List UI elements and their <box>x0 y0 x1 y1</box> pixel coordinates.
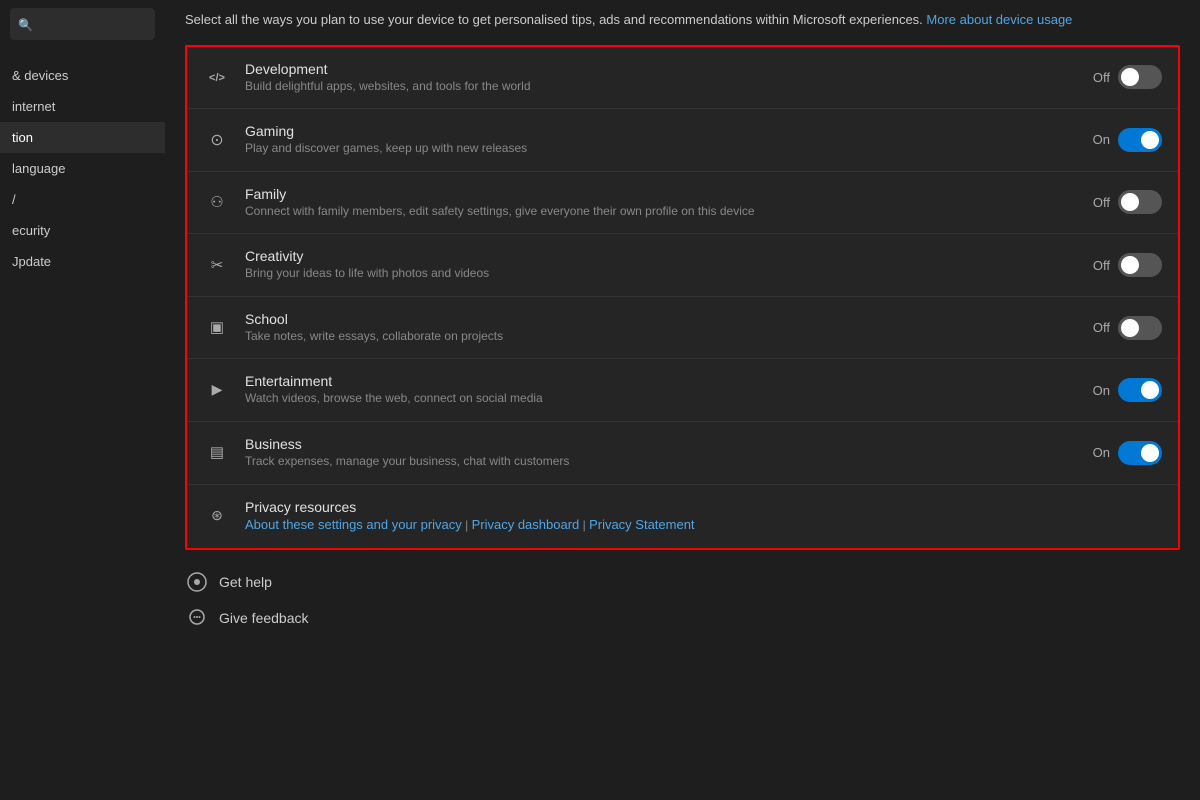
family-title: Family <box>245 186 1079 202</box>
development-icon <box>203 63 231 91</box>
school-title: School <box>245 311 1079 327</box>
give-feedback-label: Give feedback <box>219 610 309 626</box>
settings-item-creativity: Creativity Bring your ideas to life with… <box>187 234 1178 297</box>
give-feedback-link[interactable]: Give feedback <box>185 606 1180 630</box>
intro-text: Select all the ways you plan to use your… <box>185 0 1180 45</box>
entertainment-desc: Watch videos, browse the web, connect on… <box>245 391 1079 407</box>
sidebar-item-security[interactable]: ecurity <box>0 215 165 246</box>
more-link[interactable]: More about device usage <box>926 12 1072 27</box>
gaming-toggle[interactable] <box>1118 128 1162 152</box>
development-toggle-label: Off <box>1093 70 1110 85</box>
business-toggle-label: On <box>1093 445 1110 460</box>
family-toggle-knob <box>1121 193 1139 211</box>
get-help-link[interactable]: Get help <box>185 570 1180 594</box>
sidebar-item-language[interactable]: language <box>0 153 165 184</box>
privacy-link-statement[interactable]: Privacy Statement <box>589 517 695 532</box>
family-toggle[interactable] <box>1118 190 1162 214</box>
school-toggle-label: Off <box>1093 320 1110 335</box>
sidebar-nav: & devices internet tion language / ecuri… <box>0 60 165 277</box>
business-icon <box>203 439 231 467</box>
settings-item-school: School Take notes, write essays, collabo… <box>187 297 1178 360</box>
entertainment-toggle-label: On <box>1093 383 1110 398</box>
school-icon <box>203 314 231 342</box>
main-content: Select all the ways you plan to use your… <box>165 0 1200 800</box>
settings-list: Development Build delightful apps, websi… <box>187 47 1178 548</box>
feedback-icon <box>185 606 209 630</box>
business-title: Business <box>245 436 1079 452</box>
search-bar[interactable] <box>10 8 155 40</box>
settings-item-development: Development Build delightful apps, websi… <box>187 47 1178 110</box>
sidebar-item-update[interactable]: Jpdate <box>0 246 165 277</box>
gaming-desc: Play and discover games, keep up with ne… <box>245 141 1079 157</box>
gaming-title: Gaming <box>245 123 1079 139</box>
creativity-toggle-knob <box>1121 256 1139 274</box>
entertainment-toggle-knob <box>1141 381 1159 399</box>
creativity-title: Creativity <box>245 248 1079 264</box>
gaming-toggle-knob <box>1141 131 1159 149</box>
privacy-icon <box>203 502 231 530</box>
privacy-link-about[interactable]: About these settings and your privacy <box>245 517 462 532</box>
settings-item-gaming: Gaming Play and discover games, keep up … <box>187 109 1178 172</box>
entertainment-toggle[interactable] <box>1118 378 1162 402</box>
entertainment-icon <box>203 376 231 404</box>
sidebar-item-tion[interactable]: tion <box>0 122 165 153</box>
creativity-icon <box>203 251 231 279</box>
privacy-link-dashboard[interactable]: Privacy dashboard <box>472 517 580 532</box>
creativity-desc: Bring your ideas to life with photos and… <box>245 266 1079 282</box>
entertainment-title: Entertainment <box>245 373 1079 389</box>
family-toggle-label: Off <box>1093 195 1110 210</box>
development-title: Development <box>245 61 1079 77</box>
settings-item-business: Business Track expenses, manage your bus… <box>187 422 1178 485</box>
sidebar-item-devices[interactable]: & devices <box>0 60 165 91</box>
get-help-label: Get help <box>219 574 272 590</box>
business-toggle-knob <box>1141 444 1159 462</box>
development-desc: Build delightful apps, websites, and too… <box>245 79 1079 95</box>
family-desc: Connect with family members, edit safety… <box>245 204 1079 220</box>
school-toggle[interactable] <box>1118 316 1162 340</box>
gaming-icon <box>203 126 231 154</box>
business-desc: Track expenses, manage your business, ch… <box>245 454 1079 470</box>
search-icon <box>18 17 33 32</box>
selection-box: Development Build delightful apps, websi… <box>185 45 1180 550</box>
sidebar-item-internet[interactable]: internet <box>0 91 165 122</box>
sidebar: & devices internet tion language / ecuri… <box>0 0 165 800</box>
school-toggle-knob <box>1121 319 1139 337</box>
privacy-title: Privacy resources <box>245 499 1162 515</box>
footer-links: Get help Give feedback <box>185 570 1180 630</box>
business-toggle[interactable] <box>1118 441 1162 465</box>
help-icon <box>185 570 209 594</box>
family-icon <box>203 188 231 216</box>
creativity-toggle-label: Off <box>1093 258 1110 273</box>
creativity-toggle[interactable] <box>1118 253 1162 277</box>
development-toggle-knob <box>1121 68 1139 86</box>
gaming-toggle-label: On <box>1093 132 1110 147</box>
development-toggle[interactable] <box>1118 65 1162 89</box>
school-desc: Take notes, write essays, collaborate on… <box>245 329 1079 345</box>
sidebar-item-slash[interactable]: / <box>0 184 165 215</box>
settings-item-entertainment: Entertainment Watch videos, browse the w… <box>187 359 1178 422</box>
settings-item-family: Family Connect with family members, edit… <box>187 172 1178 235</box>
settings-item-privacy: Privacy resources About these settings a… <box>187 485 1178 548</box>
